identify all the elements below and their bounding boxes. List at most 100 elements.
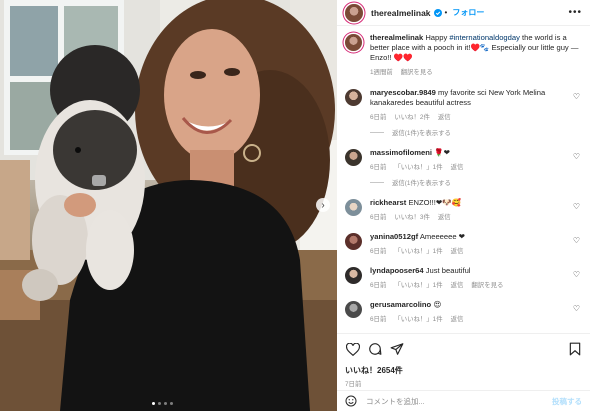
post-media[interactable]: › bbox=[0, 0, 337, 411]
comment-item: yanina0512gf Ameeeeee ❤ 6日前 「いいね！」1件 返信 … bbox=[345, 232, 582, 255]
carousel-dot bbox=[164, 402, 167, 405]
comment-item: massimofilomeni 🌹❤ 6日前 「いいね！」1件 返信 返信(1件… bbox=[345, 148, 582, 187]
comment-body: Just beautiful bbox=[425, 266, 471, 275]
bookmark-icon[interactable] bbox=[567, 342, 582, 357]
comment-like-count[interactable]: 「いいね！」1件 bbox=[394, 314, 442, 323]
caption-meta: 1週間前 翻訳を見る bbox=[370, 67, 580, 76]
view-replies-label: 返信(1件)を表示する bbox=[392, 180, 451, 187]
comment-meta: 6日前 「いいね！」1件 返信 bbox=[370, 162, 580, 171]
caption-prefix: Happy bbox=[425, 33, 450, 42]
emoji-icon[interactable] bbox=[345, 395, 357, 407]
comment-text: lyndapooser64 Just beautiful bbox=[370, 266, 580, 276]
share-icon[interactable] bbox=[389, 342, 404, 357]
carousel-dot bbox=[158, 402, 161, 405]
comment-body: 🌹❤ bbox=[434, 148, 450, 157]
like-count[interactable]: いいね！2654件 bbox=[345, 365, 582, 376]
comment-like-count[interactable]: 「いいね！」1件 bbox=[394, 280, 442, 289]
verified-badge-icon bbox=[433, 8, 442, 17]
comment-item: maryescobar.9849 my favorite sci New Yor… bbox=[345, 88, 582, 137]
commenter-avatar[interactable] bbox=[345, 267, 362, 284]
carousel-indicator bbox=[152, 402, 173, 405]
post-side-panel: therealmelinak • フォロー ••• therealmelinak… bbox=[337, 0, 590, 411]
carousel-dot bbox=[152, 402, 155, 405]
carousel-dot bbox=[170, 402, 173, 405]
comment-username[interactable]: maryescobar.9849 bbox=[370, 88, 436, 97]
comment-timestamp[interactable]: 6日前 bbox=[370, 162, 386, 171]
heart-icon[interactable]: ♡ bbox=[573, 236, 580, 245]
reply-button[interactable]: 返信 bbox=[451, 246, 464, 255]
post-age[interactable]: 7日前 bbox=[345, 379, 582, 388]
author-avatar[interactable] bbox=[345, 3, 363, 22]
heart-icon[interactable]: ♡ bbox=[573, 202, 580, 211]
reply-button[interactable]: 返信 bbox=[438, 112, 451, 121]
post-comment-button[interactable]: 投稿する bbox=[552, 396, 582, 407]
comment-timestamp[interactable]: 6日前 bbox=[370, 280, 386, 289]
comment-item: gerusamarcolino 😍 6日前 「いいね！」1件 返信 ♡ bbox=[345, 300, 582, 323]
reply-button[interactable]: 返信 bbox=[451, 280, 464, 289]
comment-timestamp[interactable]: 6日前 bbox=[370, 314, 386, 323]
comment-timestamp[interactable]: 6日前 bbox=[370, 112, 386, 121]
reply-button[interactable]: 返信 bbox=[451, 314, 464, 323]
comment-username[interactable]: massimofilomeni bbox=[370, 148, 432, 157]
comment-meta: 6日前 「いいね！」1件 返信 bbox=[370, 314, 580, 323]
comment-icon[interactable] bbox=[367, 342, 382, 357]
translate-link[interactable]: 翻訳を見る bbox=[401, 67, 433, 76]
comment-meta: 6日前 「いいね！」1件 返信 翻訳を見る bbox=[370, 280, 580, 289]
caption-username[interactable]: therealmelinak bbox=[370, 33, 423, 42]
comment-composer: 投稿する bbox=[337, 390, 590, 411]
comment-like-count[interactable]: いいね！2件 bbox=[394, 112, 430, 121]
heart-icon[interactable]: ♡ bbox=[573, 270, 580, 279]
author-username[interactable]: therealmelinak bbox=[371, 8, 431, 18]
comment-body: Ameeeeee ❤ bbox=[419, 232, 466, 241]
comment-username[interactable]: yanina0512gf bbox=[370, 232, 418, 241]
comments-list[interactable]: therealmelinak Happy #internationaldogda… bbox=[337, 27, 590, 333]
follow-button[interactable]: フォロー bbox=[452, 7, 484, 18]
heart-icon[interactable]: ♡ bbox=[573, 152, 580, 161]
comment-username[interactable]: rickhearst bbox=[370, 198, 406, 207]
comment-timestamp[interactable]: 6日前 bbox=[370, 212, 386, 221]
chevron-right-icon: › bbox=[321, 199, 325, 211]
comment-text: maryescobar.9849 my favorite sci New Yor… bbox=[370, 88, 580, 108]
comment-meta: 6日前 いいね！3件 返信 bbox=[370, 212, 580, 221]
post-photo bbox=[0, 0, 337, 411]
heart-icon[interactable]: ♡ bbox=[573, 304, 580, 313]
comment-username[interactable]: lyndapooser64 bbox=[370, 266, 424, 275]
action-icons bbox=[345, 341, 582, 357]
commenter-avatar[interactable] bbox=[345, 233, 362, 250]
comment-item: lyndapooser64 Just beautiful 6日前 「いいね！」1… bbox=[345, 266, 582, 289]
comment-body: 😍 bbox=[433, 300, 442, 309]
commenter-avatar[interactable] bbox=[345, 89, 362, 106]
translate-link[interactable]: 翻訳を見る bbox=[471, 280, 503, 289]
replies-line bbox=[370, 132, 384, 133]
post-actions: いいね！2654件 7日前 bbox=[337, 333, 590, 388]
comment-text: massimofilomeni 🌹❤ bbox=[370, 148, 580, 158]
commenter-avatar[interactable] bbox=[345, 301, 362, 318]
comment-username[interactable]: gerusamarcolino bbox=[370, 300, 431, 309]
comment-input[interactable] bbox=[366, 396, 536, 406]
separator-dot: • bbox=[444, 8, 448, 17]
commenter-avatar[interactable] bbox=[345, 199, 362, 216]
heart-icon[interactable] bbox=[345, 342, 360, 357]
caption: therealmelinak Happy #internationaldogda… bbox=[345, 33, 582, 76]
comment-like-count[interactable]: 「いいね！」1件 bbox=[394, 246, 442, 255]
heart-icon[interactable]: ♡ bbox=[573, 92, 580, 101]
comment-text: gerusamarcolino 😍 bbox=[370, 300, 580, 310]
comment-like-count[interactable]: いいね！3件 bbox=[394, 212, 430, 221]
comment-meta: 6日前 「いいね！」1件 返信 bbox=[370, 246, 580, 255]
comment-like-count[interactable]: 「いいね！」1件 bbox=[394, 162, 442, 171]
author-avatar[interactable] bbox=[345, 34, 362, 51]
reply-button[interactable]: 返信 bbox=[451, 162, 464, 171]
hashtag-link[interactable]: #internationaldogday bbox=[449, 33, 520, 42]
comment-timestamp[interactable]: 6日前 bbox=[370, 246, 386, 255]
view-replies[interactable]: 返信(1件)を表示する bbox=[370, 178, 580, 187]
view-replies[interactable]: 返信(1件)を表示する bbox=[370, 128, 580, 137]
more-options-icon[interactable]: ••• bbox=[568, 7, 582, 18]
next-slide-button[interactable]: › bbox=[316, 198, 330, 212]
comment-text: yanina0512gf Ameeeeee ❤ bbox=[370, 232, 580, 242]
caption-timestamp[interactable]: 1週間前 bbox=[370, 67, 393, 76]
replies-line bbox=[370, 182, 384, 183]
commenter-avatar[interactable] bbox=[345, 149, 362, 166]
caption-text: therealmelinak Happy #internationaldogda… bbox=[370, 33, 580, 63]
comment-text: rickhearst ENZO!!!❤🐶🥰 bbox=[370, 198, 580, 208]
reply-button[interactable]: 返信 bbox=[438, 212, 451, 221]
